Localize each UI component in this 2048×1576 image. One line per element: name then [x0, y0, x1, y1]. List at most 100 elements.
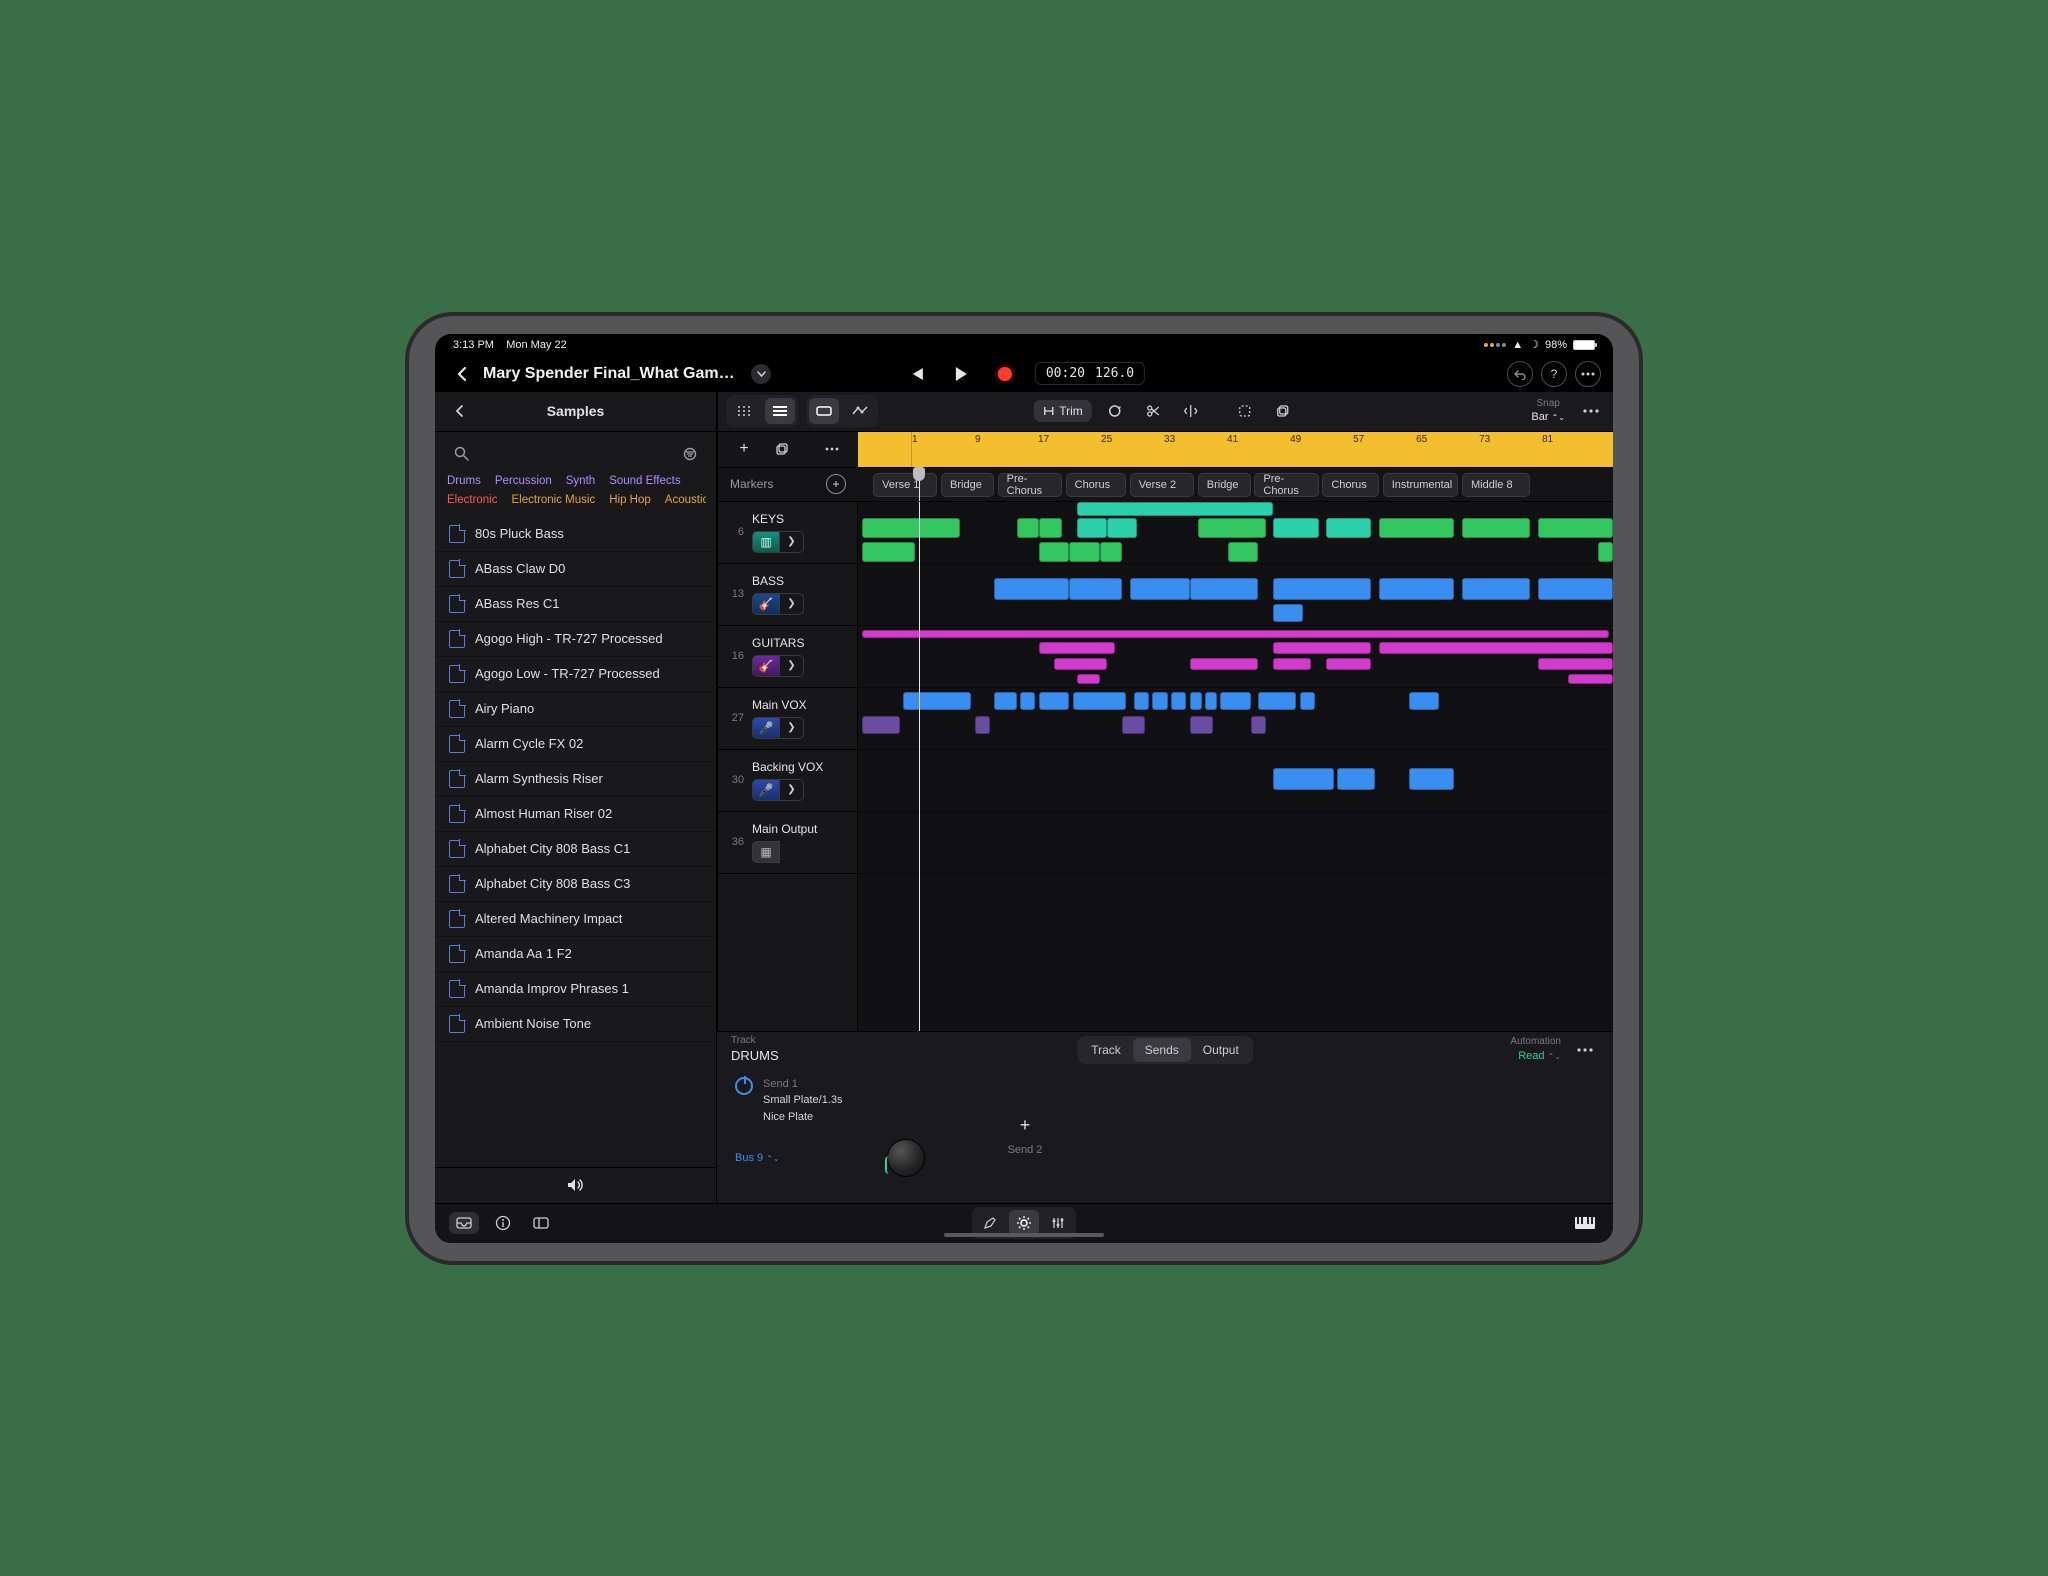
region[interactable] [1100, 542, 1123, 562]
region[interactable] [1273, 658, 1311, 670]
split-tool-button[interactable] [1176, 398, 1206, 424]
sample-item[interactable]: Alarm Cycle FX 02 [435, 727, 716, 762]
browser-tag[interactable]: Electronic [447, 495, 498, 507]
region[interactable] [1205, 692, 1216, 710]
region[interactable] [1538, 578, 1614, 600]
automation-value[interactable]: Read [1518, 1050, 1544, 1062]
region[interactable] [1190, 692, 1201, 710]
home-indicator[interactable] [944, 1233, 1104, 1237]
playhead[interactable] [919, 468, 920, 501]
region[interactable] [1039, 518, 1062, 538]
marker-chip[interactable]: Pre-Chorus [1254, 473, 1318, 497]
browser-tag[interactable]: Hip Hop [609, 495, 651, 507]
region[interactable] [1568, 674, 1613, 684]
track-lane[interactable] [858, 750, 1613, 812]
region[interactable] [1039, 692, 1069, 710]
disclosure-button[interactable]: ❯ [780, 593, 804, 615]
region[interactable] [1379, 518, 1455, 538]
disclosure-button[interactable]: ❯ [780, 779, 804, 801]
track-header[interactable]: 36 Main Output ▦ [718, 812, 857, 874]
region[interactable] [1598, 542, 1613, 562]
sample-item[interactable]: Alarm Synthesis Riser [435, 762, 716, 797]
region[interactable] [1379, 578, 1455, 600]
region[interactable] [903, 692, 971, 710]
sample-list[interactable]: 80s Pluck BassABass Claw D0ABass Res C1A… [435, 517, 716, 1167]
send1-level-knob[interactable] [887, 1139, 925, 1177]
info-button[interactable] [489, 1209, 517, 1237]
browser-tag[interactable]: Acoustic [665, 495, 706, 507]
timeline-ruler[interactable]: 19172533414957657381 [858, 432, 1613, 467]
track-lane[interactable] [858, 688, 1613, 750]
copy-tool-button[interactable] [1268, 398, 1298, 424]
region[interactable] [1409, 692, 1439, 710]
region[interactable] [1020, 692, 1035, 710]
track-lane[interactable] [858, 812, 1613, 874]
snap-value[interactable]: Bar [1531, 411, 1548, 423]
browser-tag[interactable]: Sound Effects [609, 476, 680, 488]
sample-item[interactable]: Amanda Improv Phrases 1 [435, 972, 716, 1007]
region[interactable] [1228, 542, 1258, 562]
region[interactable] [1069, 578, 1122, 600]
region[interactable] [1300, 692, 1315, 710]
add-marker-button[interactable]: + [826, 474, 846, 494]
track-lane[interactable] [858, 502, 1613, 564]
region[interactable] [1220, 692, 1250, 710]
position-display[interactable]: 00:20 126.0 [1035, 362, 1145, 385]
region[interactable] [1107, 518, 1137, 538]
sample-item[interactable]: Agogo Low - TR-727 Processed [435, 657, 716, 692]
region[interactable] [1054, 658, 1107, 670]
track-header[interactable]: 16 GUITARS 🎸 ❯ [718, 626, 857, 688]
undo-button[interactable] [1507, 361, 1533, 387]
automation-view-button[interactable] [845, 398, 875, 424]
disclosure-button[interactable]: ❯ [780, 655, 804, 677]
region[interactable] [1130, 578, 1190, 600]
sample-item[interactable]: 80s Pluck Bass [435, 517, 716, 552]
region[interactable] [1538, 658, 1614, 670]
region[interactable] [1073, 692, 1126, 710]
sample-item[interactable]: Almost Human Riser 02 [435, 797, 716, 832]
help-button[interactable]: ? [1541, 361, 1567, 387]
browser-back-button[interactable] [445, 397, 473, 425]
region[interactable] [1326, 518, 1371, 538]
view-list-button[interactable] [765, 398, 795, 424]
track-header-more-button[interactable] [818, 435, 846, 463]
region[interactable] [1077, 674, 1100, 684]
region[interactable] [1273, 642, 1371, 654]
region[interactable] [862, 518, 960, 538]
project-menu-button[interactable] [751, 364, 771, 384]
region[interactable] [1462, 578, 1530, 600]
more-button[interactable] [1575, 361, 1601, 387]
trim-tool-button[interactable]: Trim [1033, 400, 1092, 422]
region[interactable] [994, 578, 1070, 600]
marker-chip[interactable]: Pre-Chorus [998, 473, 1062, 497]
sample-item[interactable]: Altered Machinery Impact [435, 902, 716, 937]
marker-chip[interactable]: Bridge [941, 473, 994, 497]
browser-tag[interactable]: Synth [566, 476, 595, 488]
markers-lane[interactable]: Verse 1BridgePre-ChorusChorusVerse 2Brid… [858, 468, 1613, 501]
project-title[interactable]: Mary Spender Final_What Game Do... [483, 365, 743, 383]
region[interactable] [1258, 692, 1296, 710]
instrument-icon[interactable]: 🎸 [752, 593, 780, 615]
sample-item[interactable]: ABass Claw D0 [435, 552, 716, 587]
mix-tab[interactable]: Track [1079, 1038, 1133, 1062]
send-slot-1[interactable]: Send 1 Small Plate/1.3s Nice Plate Bus 9… [735, 1076, 925, 1195]
mix-more-button[interactable] [1571, 1036, 1599, 1064]
region[interactable] [1190, 578, 1258, 600]
marker-chip[interactable]: Verse 1 [873, 473, 937, 497]
region[interactable] [862, 716, 900, 734]
region[interactable] [1134, 692, 1149, 710]
select-tool-button[interactable] [1230, 398, 1260, 424]
instrument-icon[interactable]: 🎤 [752, 717, 780, 739]
back-button[interactable] [447, 360, 475, 388]
sample-item[interactable]: ABass Res C1 [435, 587, 716, 622]
region[interactable] [1190, 658, 1258, 670]
region-view-button[interactable] [809, 398, 839, 424]
sample-item[interactable]: Agogo High - TR-727 Processed [435, 622, 716, 657]
preview-audio-button[interactable] [562, 1171, 590, 1199]
instrument-icon[interactable]: ▥ [752, 531, 780, 553]
marker-chip[interactable]: Verse 2 [1130, 473, 1194, 497]
arrangement-area[interactable] [858, 502, 1613, 1031]
sidebar-toggle-button[interactable] [527, 1209, 555, 1237]
marker-chip[interactable]: Middle 8 [1462, 473, 1530, 497]
region[interactable] [1069, 542, 1099, 562]
